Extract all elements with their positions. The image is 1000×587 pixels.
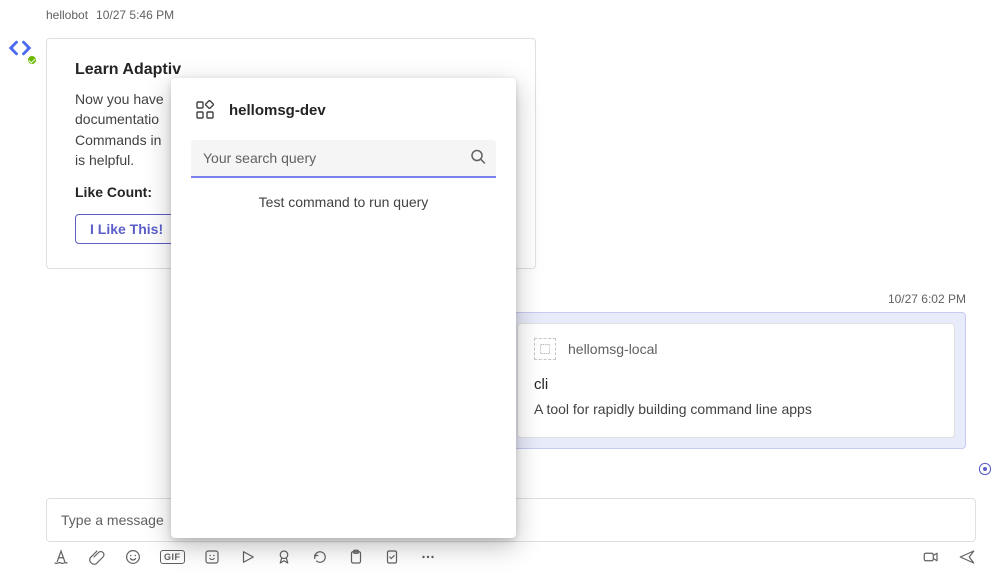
result-card[interactable]: hellomsg-local cli A tool for rapidly bu… [517,323,955,438]
gif-button[interactable]: GIF [160,550,185,564]
send-icon [958,548,976,566]
paperclip-icon [88,548,106,566]
gif-icon: GIF [160,550,185,564]
paste-button[interactable] [347,548,365,566]
apps-grid-icon [193,98,217,122]
stream-icon [239,548,257,566]
popup-hint: Test command to run query [187,194,500,210]
ellipsis-icon [419,548,437,566]
bot-message-header: hellobot 10/27 5:46 PM [46,8,174,22]
popup-app-name: hellomsg-dev [229,102,326,119]
bot-timestamp: 10/27 5:46 PM [96,8,174,22]
sticker-icon [203,548,221,566]
clipboard-icon [347,548,365,566]
read-receipt-icon [978,462,992,479]
sticker-button[interactable] [203,548,221,566]
loop-icon [311,548,329,566]
more-actions-button[interactable] [419,548,437,566]
format-button[interactable] [52,548,70,566]
presence-available-icon [26,54,38,66]
compose-toolbar: GIF [52,548,976,566]
smile-icon [124,548,142,566]
compose-placeholder: Type a message [61,512,164,528]
format-icon [52,548,70,566]
approvals-button[interactable] [383,548,401,566]
bot-name: hellobot [46,8,88,22]
result-description: A tool for rapidly building command line… [534,401,938,417]
search-icon[interactable] [470,149,486,168]
messaging-extension-popup: hellomsg-dev Test command to run query [171,78,516,538]
badge-icon [275,548,293,566]
card-title: Learn Adaptiv [75,61,507,79]
loop-button[interactable] [311,548,329,566]
video-clip-button[interactable] [922,548,940,566]
attach-button[interactable] [88,548,106,566]
outgoing-timestamp: 10/27 6:02 PM [888,292,966,306]
send-button[interactable] [958,548,976,566]
stream-button[interactable] [239,548,257,566]
like-button[interactable]: I Like This! [75,214,178,244]
approvals-icon [383,548,401,566]
video-icon [922,548,940,566]
praise-button[interactable] [275,548,293,566]
result-app-name: hellomsg-local [568,341,657,357]
popup-search-field[interactable] [191,140,496,178]
result-title: cli [534,376,938,393]
bot-avatar [4,32,36,64]
search-input[interactable] [191,140,496,176]
emoji-button[interactable] [124,548,142,566]
outgoing-message[interactable]: hellomsg-local cli A tool for rapidly bu… [506,312,966,449]
app-placeholder-icon [534,338,556,360]
